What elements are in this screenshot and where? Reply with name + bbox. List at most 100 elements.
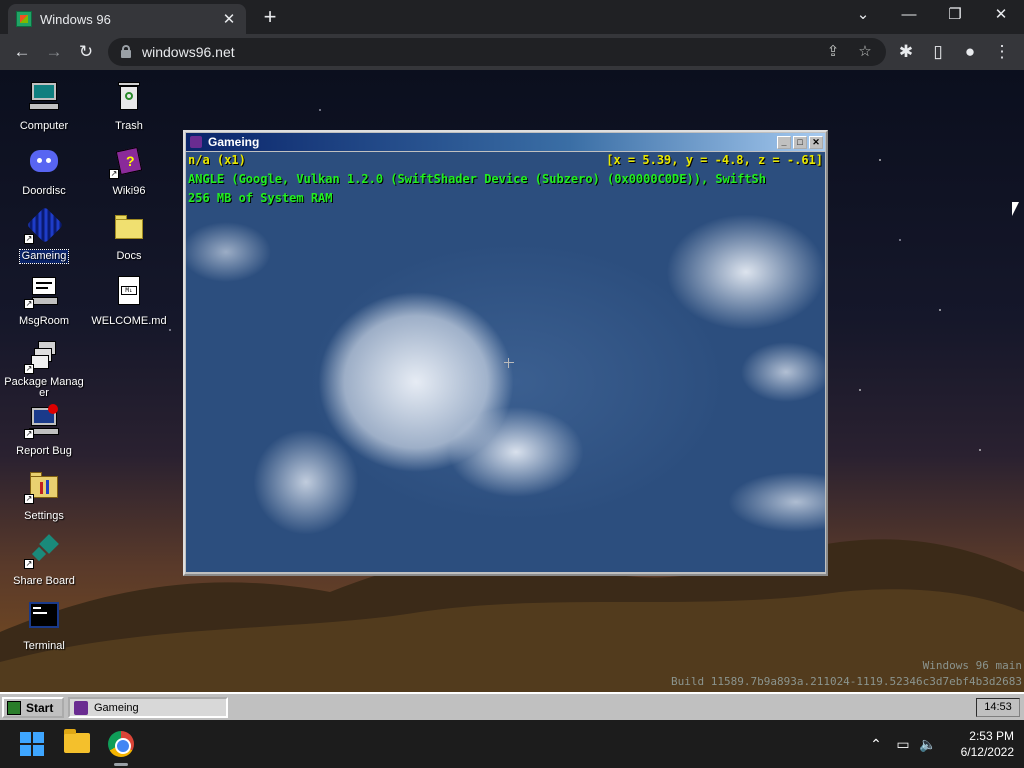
- profile-icon[interactable]: ●: [958, 40, 982, 64]
- computer-icon: [28, 80, 60, 112]
- desktop-icon-share-board[interactable]: ↗ Share Board: [1, 534, 87, 589]
- desktop-icon-label: Doordisc: [22, 185, 66, 197]
- desktop-icon-doordisc[interactable]: Doordisc: [1, 145, 87, 199]
- active-app-indicator: [114, 763, 128, 766]
- windows-start-icon[interactable]: [20, 732, 44, 756]
- start-logo-icon: [7, 700, 21, 715]
- package-manager-icon: ↗: [24, 340, 60, 374]
- volume-icon[interactable]: 🔈: [918, 734, 938, 754]
- win96-desktop[interactable]: Computer Doordisc ↗ Gameing ↗ MsgRoom ↗ …: [0, 70, 1024, 692]
- desktop-icon-label: Trash: [115, 120, 143, 132]
- desktop-icon-gameing[interactable]: ↗ Gameing: [1, 206, 87, 264]
- shortcut-arrow-icon: ↗: [24, 559, 34, 569]
- shortcut-arrow-icon: ↗: [24, 299, 34, 309]
- trash-icon: [113, 80, 145, 112]
- win96-taskbar: Start Gameing 14:53: [0, 692, 1024, 720]
- reload-button[interactable]: ↻: [74, 40, 98, 64]
- hud-fps: n/a (x1): [188, 153, 246, 167]
- browser-menu-icon[interactable]: ⋮: [990, 40, 1014, 64]
- tab-close-icon[interactable]: ✕: [220, 10, 238, 28]
- share-icon[interactable]: ⇪: [822, 41, 844, 63]
- win96-clock[interactable]: 14:53: [976, 698, 1020, 717]
- back-button[interactable]: ←: [10, 40, 34, 64]
- address-bar[interactable]: windows96.net ⇪ ☆: [108, 38, 886, 66]
- shortcut-arrow-icon: ↗: [24, 494, 34, 504]
- shortcut-arrow-icon: ↗: [109, 169, 119, 179]
- extensions-icon[interactable]: ✱: [894, 40, 918, 64]
- window-restore-button[interactable]: ❐: [943, 4, 967, 26]
- desktop-icon-msgroom[interactable]: ↗ MsgRoom: [1, 275, 87, 329]
- desktop-icon-label: Computer: [19, 120, 69, 132]
- wiki96-icon: ? ↗: [109, 145, 145, 179]
- tray-overflow-chevron-icon[interactable]: ⌃: [866, 734, 886, 754]
- gameing-icon: ↗: [24, 206, 64, 244]
- file-explorer-icon[interactable]: [64, 729, 90, 753]
- desktop-icon-label: Settings: [24, 510, 64, 522]
- gameing-window-icon: [190, 136, 202, 148]
- build-watermark-line2: Build 11589.7b9a893a.211024-1119.52346c3…: [671, 675, 1022, 688]
- markdown-file-icon: M↓: [113, 275, 145, 307]
- desktop-icon-wiki96[interactable]: ? ↗ Wiki96: [86, 145, 172, 199]
- browser-tab[interactable]: Windows 96 ✕: [8, 4, 246, 34]
- folder-icon: [113, 210, 145, 242]
- crosshair-icon: [504, 358, 514, 368]
- desktop-icon-welcome-md[interactable]: M↓ WELCOME.md: [86, 275, 172, 329]
- desktop-icon-label: Terminal: [23, 640, 65, 652]
- desktop-icon-label: Docs: [116, 250, 142, 262]
- windows-taskbar: ⌃ ▭ 🔈 2:53 PM 6/12/2022: [0, 720, 1024, 768]
- tab-title: Windows 96: [40, 11, 111, 27]
- lock-icon[interactable]: [121, 45, 131, 58]
- hud-coordinates: [x = 5.39, y = -4.8, z = -.61]: [606, 153, 823, 167]
- windows96-favicon-icon: [16, 11, 32, 27]
- shortcut-arrow-icon: ↗: [24, 429, 34, 439]
- url-text[interactable]: windows96.net: [142, 44, 235, 60]
- desktop-icon-label: Share Board: [13, 575, 75, 587]
- hud-memory: 256 MB of System RAM: [188, 191, 333, 205]
- settings-icon: ↗: [24, 470, 60, 504]
- side-panel-icon[interactable]: ▯: [926, 40, 950, 64]
- start-label: Start: [26, 700, 54, 715]
- desktop-icon-settings[interactable]: ↗ Settings: [1, 470, 87, 524]
- taskbar-item-gameing[interactable]: Gameing: [68, 697, 228, 718]
- shortcut-arrow-icon: ↗: [24, 234, 34, 244]
- forward-button[interactable]: →: [42, 40, 66, 64]
- terminal-icon: [28, 600, 60, 632]
- desktop-icon-terminal[interactable]: Terminal: [1, 600, 87, 654]
- clock-date: 6/12/2022: [960, 745, 1014, 759]
- window-close-button[interactable]: ✕: [989, 4, 1013, 26]
- build-watermark-line1: Windows 96 main: [922, 659, 1022, 672]
- share-board-icon: ↗: [24, 534, 60, 569]
- doordisc-icon: [28, 145, 60, 177]
- desktop-icon-report-bug[interactable]: ↗ Report Bug: [1, 404, 87, 459]
- desktop-icon-label: Report Bug: [16, 445, 72, 457]
- window-maximize-button[interactable]: □: [793, 135, 807, 149]
- window-minimize-button[interactable]: —: [897, 4, 921, 26]
- shortcut-arrow-icon: ↗: [24, 364, 34, 374]
- desktop-icon-computer[interactable]: Computer: [1, 80, 87, 134]
- new-tab-button[interactable]: +: [258, 6, 282, 28]
- mouse-cursor-icon: [1012, 202, 1019, 216]
- desktop-icon-package-manager[interactable]: ↗ Package Manager: [1, 340, 87, 401]
- window-minimize-button[interactable]: _: [777, 135, 791, 149]
- network-icon[interactable]: ▭: [893, 734, 913, 754]
- game-viewport[interactable]: n/a (x1) [x = 5.39, y = -4.8, z = -.61] …: [186, 152, 825, 572]
- system-clock[interactable]: 2:53 PM 6/12/2022: [944, 728, 1014, 760]
- desktop-icon-label: WELCOME.md: [91, 315, 167, 327]
- desktop-icon-label: Package Manager: [4, 376, 84, 399]
- start-button[interactable]: Start: [2, 697, 64, 718]
- report-bug-icon: ↗: [24, 404, 60, 439]
- gameing-window[interactable]: Gameing _ □ ✕ n/a (x1) [x = 5.39, y = -4…: [183, 130, 828, 576]
- window-title: Gameing: [208, 135, 260, 149]
- tab-search-icon[interactable]: ⌄: [851, 4, 875, 26]
- desktop-icon-trash[interactable]: Trash: [86, 80, 172, 134]
- window-close-button[interactable]: ✕: [809, 135, 823, 149]
- window-titlebar[interactable]: Gameing _ □ ✕: [186, 133, 825, 151]
- desktop-icon-label: MsgRoom: [18, 315, 70, 327]
- taskbar-item-label: Gameing: [94, 701, 139, 714]
- chrome-icon[interactable]: [108, 731, 134, 757]
- browser-toolbar: ← → ↻ windows96.net ⇪ ☆ ✱ ▯ ● ⋮: [0, 34, 1024, 70]
- desktop-icon-docs[interactable]: Docs: [86, 210, 172, 264]
- gameing-window-icon: [74, 700, 88, 715]
- desktop-icon-label: Gameing: [18, 249, 70, 264]
- bookmark-star-icon[interactable]: ☆: [854, 41, 876, 63]
